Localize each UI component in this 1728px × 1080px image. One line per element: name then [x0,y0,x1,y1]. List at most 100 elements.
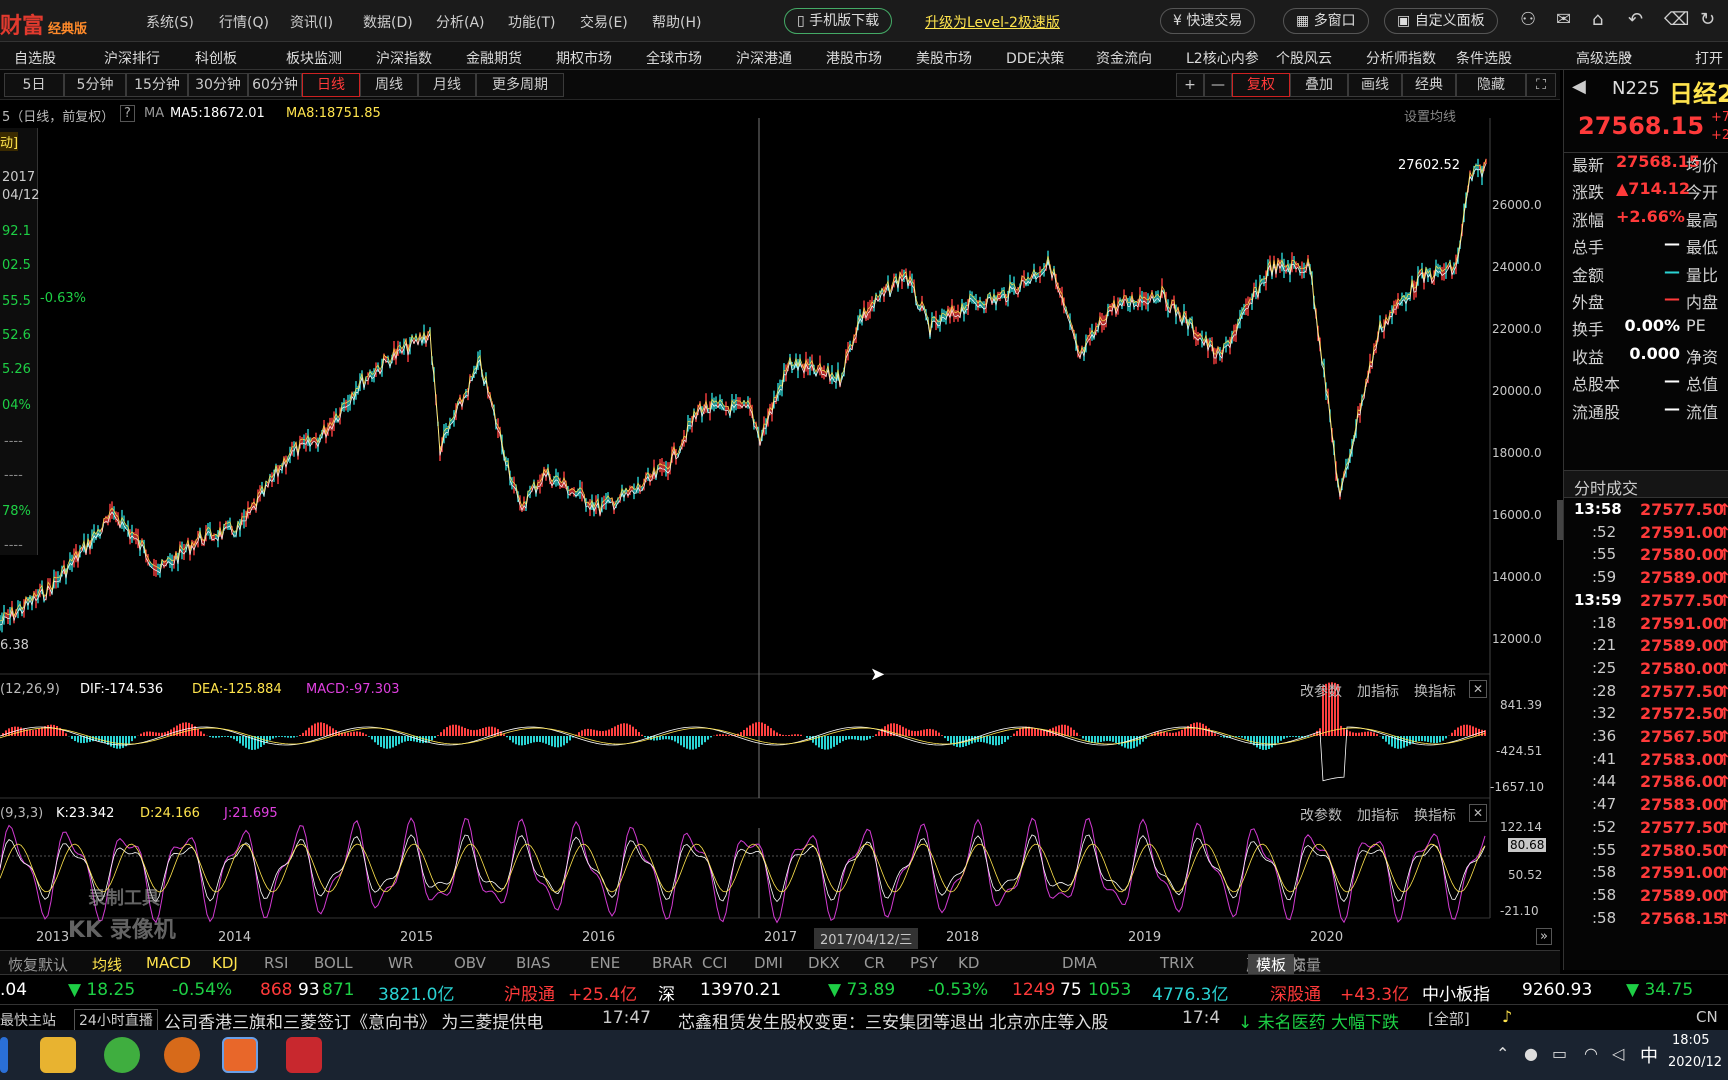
user-icon[interactable]: ⚇ [1520,9,1536,30]
nav-flow[interactable]: 资金流向 [1096,48,1152,68]
period-30min[interactable]: 30分钟 [188,73,248,97]
indicator-tab-8[interactable]: OBV [454,954,486,972]
period-daily[interactable]: 日线 [302,73,360,97]
nav-star-market[interactable]: 科创板 [195,48,237,68]
indicator-tab-15[interactable]: CR [864,954,885,972]
expand-icon[interactable]: » [1536,928,1552,945]
menu-system[interactable]: 系统(S) [146,12,194,32]
indicator-tab-1[interactable]: 恢复默认 [8,954,68,975]
kdj-change-params[interactable]: 改参数 [1300,805,1342,825]
period-monthly[interactable]: 月线 [418,73,476,97]
fuquan-button[interactable]: 复权 [1232,73,1290,97]
nav-hk[interactable]: 港股市场 [826,48,882,68]
fullscreen-icon[interactable]: ⛶ [1526,73,1556,97]
indicator-tab-18[interactable]: DMA [1062,954,1097,972]
fastest-server[interactable]: 最快主站 [0,1010,56,1030]
nav-index[interactable]: 沪深指数 [376,48,432,68]
menu-help[interactable]: 帮助(H) [652,12,701,32]
nav-dde[interactable]: DDE决策 [1006,48,1064,68]
volume-icon[interactable]: ◁ [1612,1044,1624,1063]
indicator-tab-4[interactable]: KDJ [212,954,238,972]
indicator-tab-5[interactable]: RSI [264,954,288,972]
period-weekly[interactable]: 周线 [360,73,418,97]
menu-trade[interactable]: 交易(E) [580,12,628,32]
indicator-tab-2[interactable]: 均线 [92,954,122,975]
menu-quotes[interactable]: 行情(Q) [219,12,269,32]
kdj-add-indicator[interactable]: 加指标 [1357,805,1399,825]
nav-sector[interactable]: 板块监测 [286,48,342,68]
tray-up-icon[interactable]: ⌃ [1496,1044,1509,1063]
period-5min[interactable]: 5分钟 [64,73,126,97]
kdj-swap-indicator[interactable]: 换指标 [1414,805,1456,825]
nav-global[interactable]: 全球市场 [646,48,702,68]
nav-stock-wind[interactable]: 个股风云 [1276,48,1332,68]
indicator-tab-17[interactable]: KD [958,954,979,972]
trading-app-icon[interactable] [222,1037,258,1073]
mobile-download-button[interactable]: ▯ 手机版下载 [784,8,893,34]
hide-button[interactable]: 隐藏 [1456,73,1526,97]
period-5day[interactable]: 5日 [4,73,64,97]
ime-lang[interactable]: 中 [1640,1042,1658,1068]
nav-condition[interactable]: 条件选股 [1456,48,1512,68]
mail-icon[interactable]: ✉ [1556,9,1571,30]
microphone-icon[interactable]: ● [1524,1044,1538,1063]
upgrade-link[interactable]: 升级为Level-2极速版 [925,12,1060,32]
nav-options[interactable]: 期权市场 [556,48,612,68]
kdj-close-icon[interactable]: ✕ [1469,804,1487,822]
indicator-tab-12[interactable]: CCI [702,954,727,972]
period-more[interactable]: 更多周期 [476,73,564,97]
indicator-tab-16[interactable]: PSY [910,954,938,972]
live-24h-tab[interactable]: 24小时直播 [74,1009,158,1031]
start-icon[interactable] [0,1037,8,1073]
zoom-in-button[interactable]: + [1176,73,1204,97]
indicator-tab-14[interactable]: DKX [808,954,840,972]
indicator-tab-7[interactable]: WR [388,954,413,972]
nav-open[interactable]: 打开 [1695,48,1723,68]
refresh-icon[interactable]: ↻ [1700,9,1715,30]
classic-button[interactable]: 经典 [1402,73,1456,97]
macd-close-icon[interactable]: ✕ [1469,680,1487,698]
menu-data[interactable]: 数据(D) [363,12,413,32]
indicator-tab-3[interactable]: MACD [146,954,191,972]
custom-panel-button[interactable]: ▣ 自定义面板 [1384,8,1498,34]
menu-function[interactable]: 功能(T) [508,12,555,32]
period-60min[interactable]: 60分钟 [248,73,302,97]
nav-watchlist[interactable]: 自选股 [14,48,56,68]
indicator-tab-13[interactable]: DMI [754,954,783,972]
indicator-tab-6[interactable]: BOLL [314,954,353,972]
notification-bell-icon[interactable]: ♪ [1494,1004,1530,1030]
home-icon[interactable]: ⌂ [1592,9,1603,30]
indicator-tab-22[interactable]: 模板 [1248,954,1295,975]
nav-futures[interactable]: 金融期货 [466,48,522,68]
indicator-tab-19[interactable]: TRIX [1160,954,1194,972]
recorder-icon[interactable] [164,1037,200,1073]
fast-trade-button[interactable]: ¥ 快速交易 [1160,8,1256,34]
panel-resize-handle[interactable] [1557,500,1563,540]
macd-add-indicator[interactable]: 加指标 [1357,681,1399,701]
macd-change-params[interactable]: 改参数 [1300,681,1342,701]
nav-ranking[interactable]: 沪深排行 [104,48,160,68]
news-all-button[interactable]: [全部] [1428,1008,1470,1029]
prev-arrow-icon[interactable]: ◀ [1572,76,1586,97]
period-15min[interactable]: 15分钟 [126,73,188,97]
menu-analysis[interactable]: 分析(A) [436,12,485,32]
nav-connect[interactable]: 沪深港通 [736,48,792,68]
zoom-out-button[interactable]: — [1204,73,1232,97]
indicator-tab-10[interactable]: ENE [590,954,620,972]
nav-us[interactable]: 美股市场 [916,48,972,68]
nav-l2[interactable]: L2核心内参 [1186,48,1259,68]
overlay-button[interactable]: 叠加 [1290,73,1348,97]
macd-swap-indicator[interactable]: 换指标 [1414,681,1456,701]
draw-line-button[interactable]: 画线 [1348,73,1402,97]
multi-window-button[interactable]: ▦ 多窗口 [1283,8,1369,34]
wifi-icon[interactable]: ◠ [1584,1044,1598,1063]
nav-analyst[interactable]: 分析师指数 [1366,48,1436,68]
back-icon[interactable]: ↶ [1628,9,1643,30]
indicator-tab-11[interactable]: BRAR [652,954,693,972]
eastmoney-icon[interactable] [286,1037,322,1073]
browser-icon[interactable] [104,1037,140,1073]
file-explorer-icon[interactable] [40,1037,76,1073]
menu-news[interactable]: 资讯(I) [290,12,333,32]
indicator-tab-9[interactable]: BIAS [516,954,551,972]
nav-more[interactable]: » [1624,48,1633,64]
